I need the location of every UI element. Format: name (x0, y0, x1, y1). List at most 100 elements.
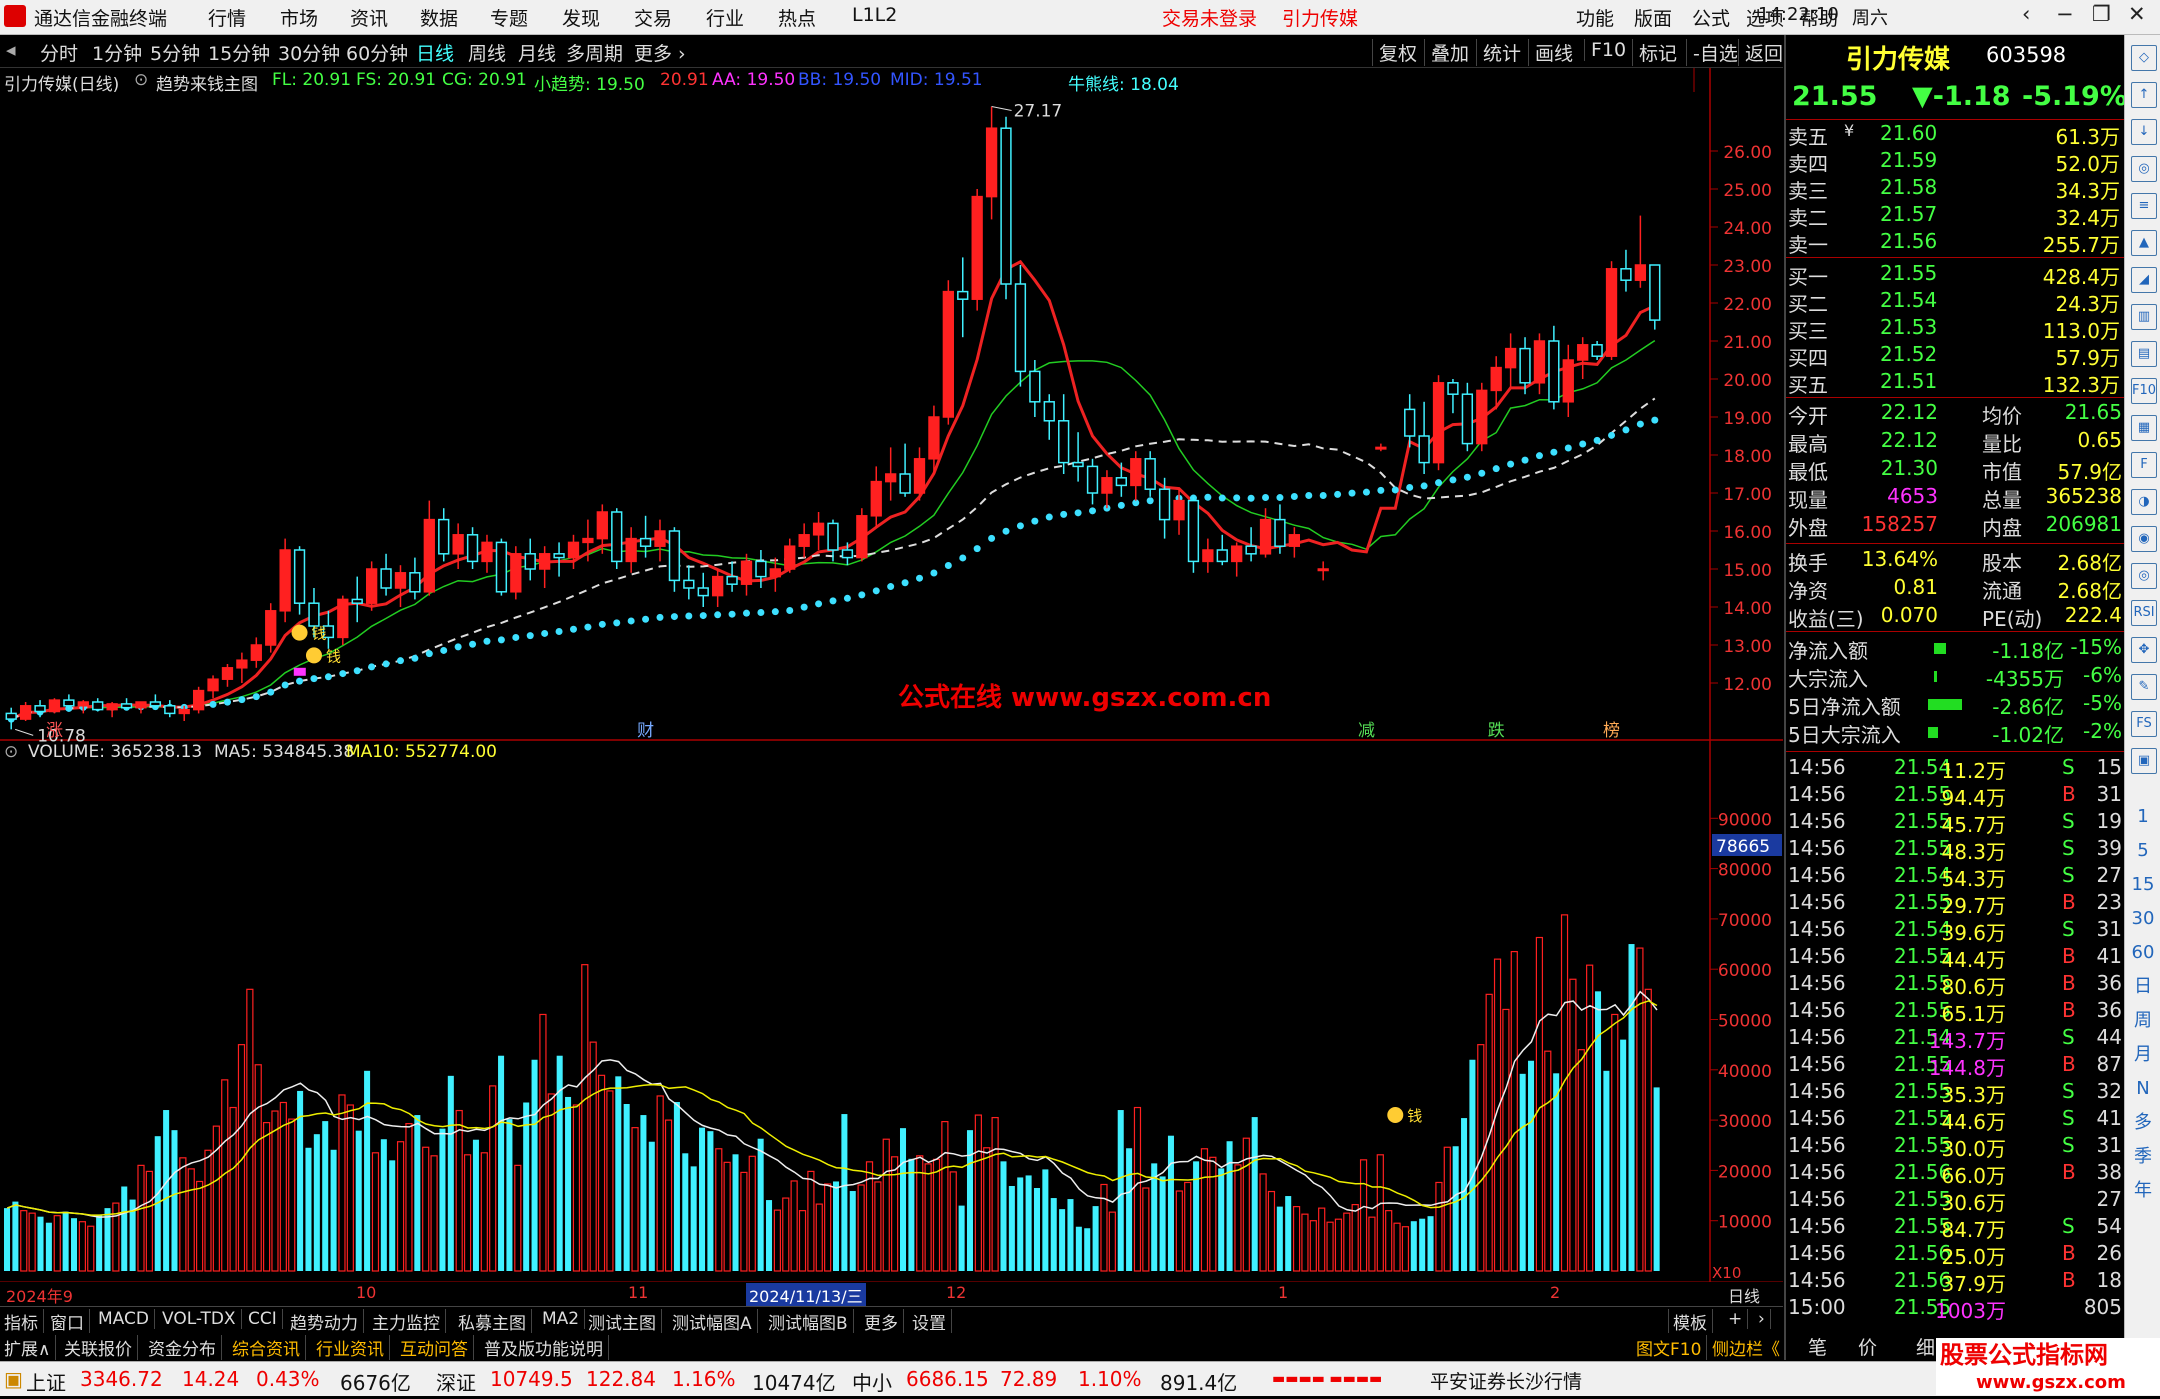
menu-item-4[interactable]: 专题 (490, 4, 528, 31)
side-tool-12[interactable]: ◑ (2131, 489, 2157, 515)
indicator-tab-9[interactable]: 测试主图 (588, 1309, 662, 1334)
side-tool-7[interactable]: ▥ (2131, 304, 2157, 330)
side-tool-15[interactable]: RSI (2131, 600, 2157, 626)
menu-item-0[interactable]: 行情 (208, 4, 246, 31)
zx-name[interactable]: 中小 (852, 1367, 892, 1396)
period-tab-2[interactable]: 5分钟 (150, 39, 200, 66)
period-tab-3[interactable]: 15分钟 (208, 39, 270, 66)
extension-tab-5[interactable]: 互动问答 (400, 1335, 474, 1360)
period-tab-9[interactable]: 多周期 (566, 39, 623, 66)
menu-item-8[interactable]: 热点 (778, 4, 816, 31)
side-tool-31[interactable]: 年 (2131, 1179, 2155, 1203)
side-tool-6[interactable]: ◢ (2131, 267, 2157, 293)
side-tool-22[interactable]: 15 (2131, 873, 2155, 897)
side-tool-9[interactable]: F10 (2131, 378, 2157, 404)
indicator-tab-6[interactable]: 主力监控 (372, 1309, 446, 1334)
side-tool-30[interactable]: 季 (2131, 1145, 2155, 1169)
side-tool-0[interactable]: ◇ (2131, 45, 2157, 71)
volume-dropdown-icon[interactable]: ⊙ (4, 742, 18, 762)
indicator-tab-13[interactable]: 设置 (912, 1309, 952, 1334)
extension-tab-0[interactable]: 扩展∧ (4, 1335, 57, 1360)
minimize-icon[interactable]: − (2056, 2, 2074, 26)
indicator-tab-10[interactable]: 测试幅图A (672, 1309, 758, 1334)
menu-item-5[interactable]: 发现 (562, 4, 600, 31)
side-tool-19[interactable]: ▣ (2131, 748, 2157, 774)
menu-item-1[interactable]: 市场 (280, 4, 318, 31)
menu-item-6[interactable]: 交易 (634, 4, 672, 31)
back-icon[interactable]: ‹ (2022, 2, 2030, 26)
side-tool-14[interactable]: ◎ (2131, 563, 2157, 589)
menu-item-2[interactable]: 资讯 (350, 4, 388, 31)
sh-name[interactable]: 上证 (26, 1367, 66, 1396)
login-status[interactable]: 交易未登录 (1162, 4, 1257, 31)
extension-tab-11[interactable]: 细 (1916, 1333, 1935, 1360)
side-tool-24[interactable]: 60 (2131, 941, 2155, 965)
side-tool-3[interactable]: ◎ (2131, 156, 2157, 182)
indicator-tab-12[interactable]: 更多 (864, 1309, 904, 1334)
side-tool-16[interactable]: ✥ (2131, 637, 2157, 663)
side-tool-11[interactable]: F (2131, 452, 2157, 478)
period-tab-5[interactable]: 60分钟 (346, 39, 408, 66)
side-tool-1[interactable]: ↑ (2131, 82, 2157, 108)
chart-tool-5[interactable]: 标记 (1632, 39, 1677, 66)
extension-tab-9[interactable]: 笔 (1808, 1333, 1827, 1360)
side-tool-26[interactable]: 周 (2131, 1009, 2155, 1033)
right-menu-item-0[interactable]: 功能 (1576, 4, 1614, 31)
menu-item-3[interactable]: 数据 (420, 4, 458, 31)
side-tool-4[interactable]: ≡ (2131, 193, 2157, 219)
indicator-tab-8[interactable]: MA2 (542, 1309, 586, 1329)
side-tool-2[interactable]: ↓ (2131, 119, 2157, 145)
side-tool-10[interactable]: ▦ (2131, 415, 2157, 441)
right-menu-item-2[interactable]: 公式 (1692, 4, 1730, 31)
menu-item-7[interactable]: 行业 (706, 4, 744, 31)
kline-chart[interactable]: 26.00 25.00 24.00 23.00 22.00 21.00 20.00 19.00… (0, 68, 1783, 1282)
extension-tab-3[interactable]: 综合资讯 (232, 1335, 306, 1360)
chart-tool-3[interactable]: 画线 (1528, 39, 1573, 66)
sz-name[interactable]: 深证 (436, 1367, 476, 1396)
extension-tab-6[interactable]: 普及版功能说明 (484, 1335, 609, 1360)
restore-icon[interactable]: ❐ (2092, 2, 2111, 26)
side-tool-27[interactable]: 月 (2131, 1043, 2155, 1067)
side-tool-29[interactable]: 多 (2131, 1111, 2155, 1135)
chart-tool-6[interactable]: -自选 (1686, 39, 1738, 66)
collapse-icon[interactable]: ◂ (6, 39, 16, 61)
indicator-tab-14[interactable]: 模板 (1668, 1309, 1713, 1334)
right-menu-item-1[interactable]: 版面 (1634, 4, 1672, 31)
side-tool-8[interactable]: ▤ (2131, 341, 2157, 367)
extension-tab-7[interactable]: 图文F10 (1636, 1335, 1708, 1360)
indicator-tab-5[interactable]: 趋势动力 (290, 1309, 364, 1334)
indicator-tab-3[interactable]: VOL-TDX (162, 1309, 242, 1329)
period-tab-7[interactable]: 周线 (468, 39, 506, 66)
chart-tool-1[interactable]: 叠加 (1424, 39, 1469, 66)
period-tab-8[interactable]: 月线 (518, 39, 556, 66)
add-tab-icon[interactable]: + (1728, 1309, 1749, 1329)
side-tool-28[interactable]: N (2131, 1077, 2155, 1101)
side-tool-21[interactable]: 5 (2131, 839, 2155, 863)
indicator-tab-1[interactable]: 窗口 (50, 1309, 90, 1334)
side-tool-13[interactable]: ◉ (2131, 526, 2157, 552)
chart-tool-0[interactable]: 复权 (1372, 39, 1417, 66)
extension-tab-2[interactable]: 资金分布 (148, 1335, 222, 1360)
menu-item-9[interactable]: L1L2 (852, 4, 897, 26)
close-icon[interactable]: ✕ (2128, 2, 2146, 26)
extension-tab-4[interactable]: 行业资讯 (316, 1335, 390, 1360)
side-tool-17[interactable]: ✎ (2131, 674, 2157, 700)
period-tab-1[interactable]: 1分钟 (92, 39, 142, 66)
period-tab-6[interactable]: 日线 (416, 39, 454, 66)
side-tool-18[interactable]: FS (2131, 711, 2157, 737)
indicator-tab-4[interactable]: CCI (248, 1309, 283, 1329)
indicator-tab-0[interactable]: 指标 (4, 1309, 44, 1334)
extension-tab-1[interactable]: 关联报价 (64, 1335, 138, 1360)
indicator-tab-7[interactable]: 私募主图 (458, 1309, 532, 1334)
extension-tab-8[interactable]: 侧边栏《 (1712, 1335, 1786, 1360)
side-tool-20[interactable]: 1 (2131, 805, 2155, 829)
chart-tool-2[interactable]: 统计 (1476, 39, 1521, 66)
side-tool-5[interactable]: ▲ (2131, 230, 2157, 256)
indicator-tab-11[interactable]: 测试幅图B (768, 1309, 854, 1334)
extension-tab-10[interactable]: 价 (1858, 1333, 1877, 1360)
chart-tool-7[interactable]: 返回 (1738, 39, 1783, 66)
scroll-tab-icon[interactable]: › (1758, 1309, 1771, 1329)
indicator-tab-2[interactable]: MACD (98, 1309, 155, 1329)
period-tab-0[interactable]: 分时 (40, 39, 78, 66)
period-tab-10[interactable]: 更多 › (634, 39, 686, 66)
